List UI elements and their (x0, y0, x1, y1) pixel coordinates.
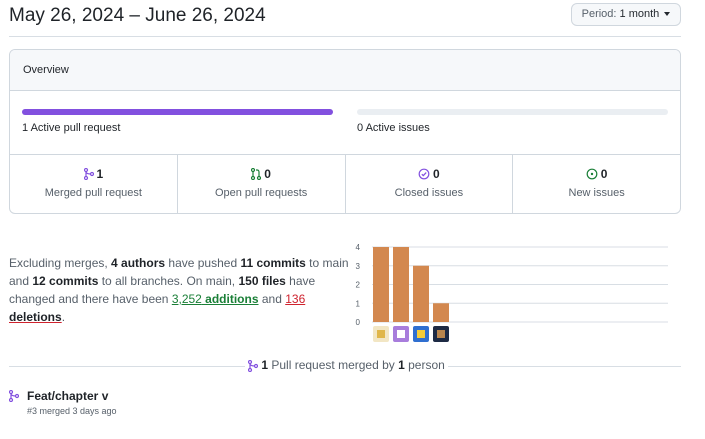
period-dropdown-button[interactable]: Period: 1 month (571, 3, 681, 26)
avatar-pattern (377, 330, 385, 338)
pull-requests-progress-bar (22, 109, 333, 115)
new-issues-label: New issues (568, 187, 625, 199)
summary-text: and (258, 292, 286, 306)
avatar-pattern (397, 330, 405, 338)
y-tick-label: 1 (356, 299, 361, 308)
closed-issues-count: 0 (433, 167, 440, 181)
contributor-bar[interactable] (433, 303, 449, 322)
issues-progress-bar (357, 109, 668, 115)
commit-summary: Excluding merges, 4 authors have pushed … (9, 254, 349, 326)
merged-text: Pull request merged by (268, 358, 399, 372)
y-tick-label: 0 (356, 318, 361, 327)
open-pull-requests-stat[interactable]: 0 Open pull requests (178, 155, 346, 213)
y-tick-label: 3 (356, 262, 361, 271)
summary-text: Excluding merges, (9, 256, 112, 270)
new-issues-stat[interactable]: 0 New issues (513, 155, 680, 213)
contributor-bar[interactable] (373, 247, 389, 322)
git-merge-icon (83, 168, 94, 180)
issue-opened-icon (586, 168, 598, 180)
avatar-pattern (437, 330, 445, 338)
merged-pull-requests-label: Merged pull request (44, 187, 142, 199)
header-divider (9, 36, 681, 37)
active-issues-link[interactable]: 0 Active issues (357, 122, 430, 134)
merged-pull-requests-stat[interactable]: 1 Merged pull request (10, 155, 178, 213)
merged-pull-requests-heading: 1 Pull request merged by 1 person (245, 358, 448, 372)
main-commits-count: 11 commits (240, 256, 306, 270)
overview-title: Overview (10, 50, 680, 91)
period-value: 1 month (619, 8, 660, 20)
merged-pull-requests-count: 1 (96, 167, 104, 181)
open-pull-requests-count: 0 (264, 167, 271, 181)
pull-request-title-link[interactable]: Feat/chapter v (27, 389, 108, 403)
git-pull-request-icon (251, 168, 262, 180)
closed-issues-label: Closed issues (394, 187, 464, 199)
all-branches-commits-count: 12 commits (32, 274, 99, 288)
summary-text: . (61, 310, 66, 324)
authors-count: 4 authors (111, 256, 166, 270)
summary-text: have pushed (165, 256, 241, 270)
deletions-word: deletions (9, 310, 62, 324)
git-merge-icon (248, 359, 258, 372)
summary-text: to all branches. On main, (98, 274, 239, 288)
additions-word: additions (201, 292, 259, 306)
pull-request-meta: #3 merged 3 days ago (27, 406, 117, 416)
open-pull-requests-label: Open pull requests (214, 187, 308, 199)
active-pull-requests-link[interactable]: 1 Active pull request (22, 122, 120, 134)
files-changed-count: 150 files (238, 274, 286, 288)
closed-issues-stat[interactable]: 0 Closed issues (346, 155, 514, 213)
git-merge-icon (9, 390, 19, 402)
contributor-bar[interactable] (393, 247, 409, 322)
y-tick-label: 2 (356, 281, 361, 290)
date-range-title: May 26, 2024 – June 26, 2024 (9, 5, 266, 26)
merged-text-end: person (404, 358, 445, 372)
y-tick-label: 4 (356, 243, 361, 252)
merged-person-count: 1 (398, 358, 405, 372)
pull-requests-progress-fill (22, 109, 333, 115)
avatar-pattern (417, 330, 425, 338)
additions-count: 3,252 (171, 292, 202, 306)
new-issues-count: 0 (600, 167, 608, 181)
caret-down-icon (664, 12, 671, 17)
issue-closed-icon (418, 168, 430, 180)
overview-stats: 1 Merged pull request 0 Open pull reques… (10, 154, 680, 213)
period-label: Period: (581, 8, 617, 20)
deletions-count: 136 (285, 292, 306, 306)
contributor-bar[interactable] (413, 265, 429, 322)
overview-panel: Overview 1 Active pull request 0 Active … (9, 49, 681, 214)
additions-link[interactable]: 3,252 additions (172, 292, 259, 306)
contributors-bar-chart: 0 1 2 3 4 (356, 243, 668, 342)
